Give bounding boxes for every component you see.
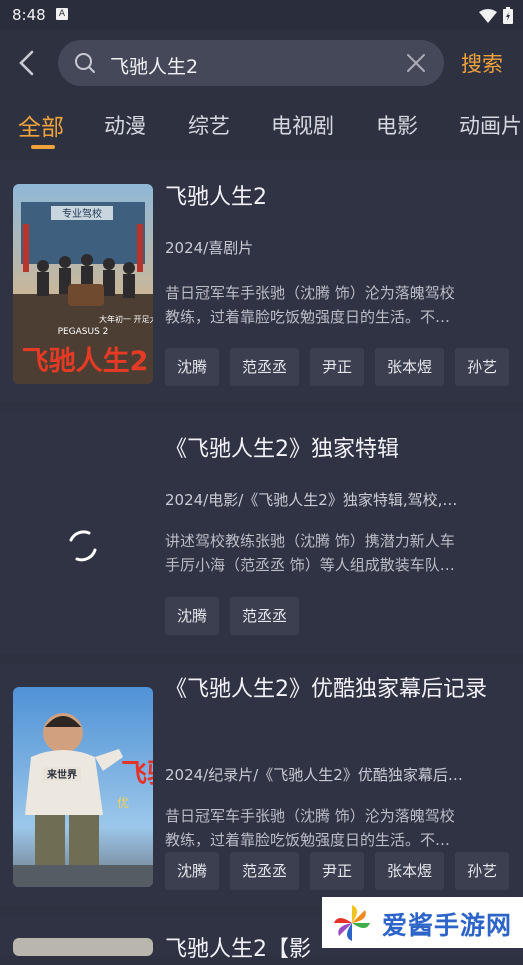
- cast-chip[interactable]: 范丞丞: [230, 852, 300, 890]
- search-value[interactable]: 飞驰人生2: [110, 52, 198, 79]
- poster-image[interactable]: [13, 938, 153, 956]
- tab-tv-series[interactable]: 电视剧: [271, 110, 334, 140]
- tab-anime[interactable]: 动漫: [104, 110, 146, 140]
- active-tab-indicator: [31, 145, 55, 149]
- cast-chip[interactable]: 尹正: [310, 348, 365, 386]
- poster-subtitle: 优: [117, 796, 129, 810]
- tab-variety[interactable]: 综艺: [188, 110, 230, 140]
- watermark-logo: 爱酱手游网: [322, 897, 523, 948]
- cast-chips: 沈腾 范丞丞 尹正 张本煜 孙艺: [165, 852, 523, 890]
- poster-title: 飞驰人生2: [22, 346, 149, 377]
- poster-art: 来世界 飞驰 优: [13, 687, 153, 887]
- pinwheel-icon: [334, 905, 370, 941]
- poster-title: 飞驰: [121, 759, 153, 789]
- cast-chip[interactable]: 沈腾: [165, 348, 220, 386]
- search-header: 飞驰人生2 搜索: [0, 30, 523, 96]
- cast-chip[interactable]: 孙艺: [455, 852, 510, 890]
- tab-movie[interactable]: 电影: [376, 110, 418, 140]
- status-icons: [479, 7, 513, 24]
- cast-chip[interactable]: 范丞丞: [230, 348, 300, 386]
- cast-chip[interactable]: 尹正: [310, 852, 365, 890]
- poster-english-title: PEGASUS 2: [58, 327, 109, 337]
- cast-chips: 沈腾 范丞丞 尹正 张本煜 孙艺: [165, 348, 523, 386]
- notification-icon: A: [56, 8, 68, 20]
- result-meta: 2024/喜剧片: [165, 239, 254, 257]
- tab-all[interactable]: 全部: [18, 108, 64, 142]
- cast-chip[interactable]: 孙艺: [455, 348, 510, 386]
- result-card[interactable]: 来世界 飞驰 优 《飞驰人生2》优酷独家幕后记录 2024/纪录片/《飞驰人生2…: [0, 664, 523, 906]
- result-title[interactable]: 飞驰人生2: [165, 182, 515, 213]
- result-description: 昔日冠军车手张驰（沈腾 饰）沦为落魄驾校 教练，过着靠脸吃饭勉强度日的生活。不…: [165, 281, 507, 329]
- poster-sign: 专业驾校: [62, 207, 102, 220]
- description-line: 昔日冠军车手张驰（沈腾 饰）沦为落魄驾校: [165, 284, 455, 302]
- cast-chip[interactable]: 张本煜: [375, 852, 445, 890]
- cast-chip[interactable]: 沈腾: [165, 597, 220, 635]
- poster-art: 专业驾校 大年初一 开足大吉 PEGASUS 2 飞驰人生2: [13, 184, 153, 384]
- search-icon: [75, 53, 95, 73]
- result-card[interactable]: 专业驾校 大年初一 开足大吉 PEGASUS 2 飞驰人生2 飞驰人生2 202…: [0, 160, 523, 402]
- battery-icon: [503, 7, 513, 24]
- status-bar: 8:48 A: [0, 0, 523, 30]
- cast-chip[interactable]: 张本煜: [375, 348, 445, 386]
- loading-spinner-icon: [69, 530, 97, 562]
- search-input[interactable]: 飞驰人生2: [58, 40, 444, 86]
- poster-image[interactable]: 专业驾校 大年初一 开足大吉 PEGASUS 2 飞驰人生2: [13, 184, 153, 384]
- result-title[interactable]: 《飞驰人生2》独家特辑: [165, 434, 515, 465]
- cast-chip[interactable]: 沈腾: [165, 852, 220, 890]
- back-arrow-icon[interactable]: [10, 45, 44, 81]
- watermark-text: 爱酱手游网: [382, 911, 513, 940]
- result-meta: 2024/电影/《飞驰人生2》独家特辑,驾校,…: [165, 491, 458, 509]
- search-button[interactable]: 搜索: [461, 48, 503, 78]
- result-description: 昔日冠军车手张驰（沈腾 饰）沦为落魄驾校 教练，过着靠脸吃饭勉强度日的生活。不…: [165, 804, 507, 852]
- category-tabs: 全部 动漫 综艺 电视剧 电影 动画片: [0, 96, 523, 160]
- wifi-icon: [479, 8, 497, 23]
- tab-cartoon[interactable]: 动画片: [459, 110, 522, 140]
- description-line: 手厉小海（范丞丞 饰）等人组成散装车队…: [165, 556, 455, 574]
- description-line: 教练，过着靠脸吃饭勉强度日的生活。不…: [165, 831, 451, 849]
- description-line: 教练，过着靠脸吃饭勉强度日的生活。不…: [165, 308, 451, 326]
- description-line: 昔日冠军车手张驰（沈腾 饰）沦为落魄驾校: [165, 807, 455, 825]
- result-title[interactable]: 《飞驰人生2》优酷独家幕后记录: [165, 674, 515, 705]
- status-time: 8:48: [12, 6, 46, 24]
- poster-shirt-text: 来世界: [46, 768, 77, 781]
- poster-image[interactable]: 来世界 飞驰 优: [13, 687, 153, 887]
- description-line: 讲述驾校教练张驰（沈腾 饰）携潜力新人车: [165, 532, 455, 550]
- cast-chip[interactable]: 范丞丞: [230, 597, 300, 635]
- clear-icon[interactable]: [406, 53, 426, 73]
- poster-slogan: 大年初一 开足大吉: [99, 314, 153, 324]
- result-meta: 2024/纪录片/《飞驰人生2》优酷独家幕后…: [165, 766, 463, 784]
- cast-chips: 沈腾 范丞丞: [165, 597, 523, 635]
- result-description: 讲述驾校教练张驰（沈腾 饰）携潜力新人车 手厉小海（范丞丞 饰）等人组成散装车队…: [165, 529, 507, 577]
- result-card[interactable]: 《飞驰人生2》独家特辑 2024/电影/《飞驰人生2》独家特辑,驾校,… 讲述驾…: [0, 412, 523, 654]
